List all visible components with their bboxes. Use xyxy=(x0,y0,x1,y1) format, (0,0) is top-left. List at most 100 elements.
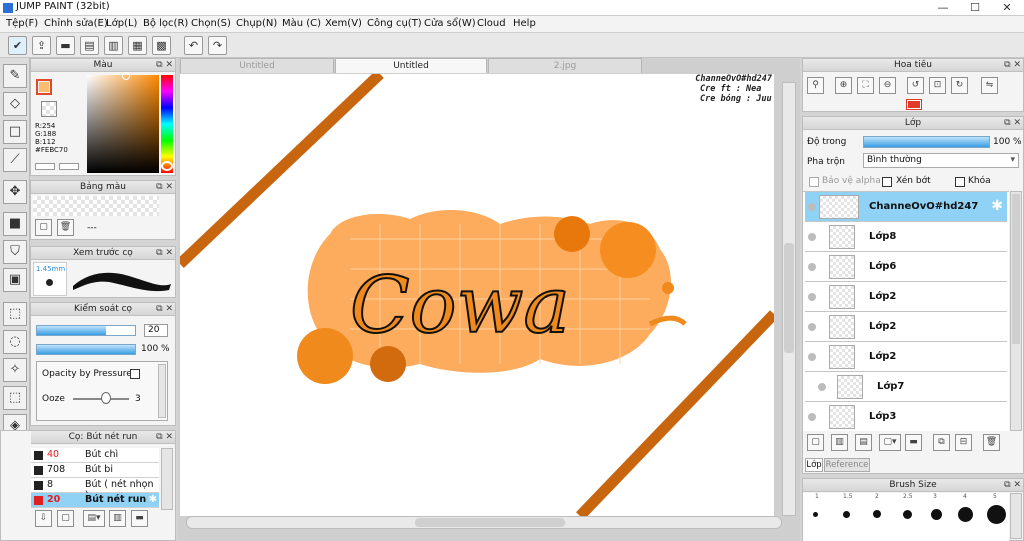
brush-size-slider[interactable] xyxy=(36,325,136,336)
zoom-search-icon[interactable]: ⚲ xyxy=(807,77,824,94)
brush-size-dot[interactable] xyxy=(931,509,942,520)
panel-close-icon[interactable]: ⧉ ✕ xyxy=(156,247,173,259)
brush-size-input[interactable]: 20 xyxy=(144,324,168,337)
magic-wand-tool-icon[interactable]: ✧ xyxy=(3,358,27,382)
eye-icon[interactable] xyxy=(808,413,816,421)
select-pen-tool-icon[interactable]: ⬚ xyxy=(3,386,27,410)
drawing-canvas[interactable]: Cowa ChanneOvO#hd247 Cre ft : Nea Cre bó… xyxy=(180,74,774,516)
menu-cloud[interactable]: Cloud xyxy=(477,18,506,29)
close-window-button[interactable]: ✕ xyxy=(992,0,1022,16)
foreground-color-swatch[interactable] xyxy=(36,79,52,95)
protect-alpha-checkbox[interactable] xyxy=(809,177,819,187)
layer-row[interactable]: Lớp2 xyxy=(805,312,1007,342)
brush-opacity-slider[interactable] xyxy=(36,344,136,355)
lasso-tool-icon[interactable]: ◌ xyxy=(3,330,27,354)
brush-list-scrollbar[interactable] xyxy=(161,448,173,510)
rotate-left-icon[interactable]: ↺ xyxy=(907,77,924,94)
panel-close-icon[interactable]: ⧉ ✕ xyxy=(1004,479,1021,491)
gradient-tool-icon[interactable]: ▣ xyxy=(3,268,27,292)
brush-copy-icon[interactable]: ▥ xyxy=(109,510,126,527)
menu-color[interactable]: Màu (C) xyxy=(282,18,321,29)
undo-icon[interactable]: ↶ xyxy=(184,36,203,55)
saturation-value-picker[interactable] xyxy=(87,75,159,173)
panel-close-icon[interactable]: ⧉ ✕ xyxy=(1004,59,1021,71)
layer-scroll-thumb[interactable] xyxy=(1012,194,1020,344)
menu-layer[interactable]: Lớp(L) xyxy=(106,18,137,29)
hue-slider[interactable] xyxy=(161,75,173,173)
marquee-tool-icon[interactable]: ⬚ xyxy=(3,302,27,326)
duplicate-layer-icon[interactable]: ⧉ xyxy=(933,434,950,451)
bucket-tool-icon[interactable]: ⛉ xyxy=(3,240,27,264)
canvas-vertical-scrollbar[interactable] xyxy=(782,82,796,516)
hue-slider-handle[interactable] xyxy=(161,161,173,171)
comment-icon[interactable]: ▬ xyxy=(56,36,75,55)
share-icon[interactable]: ⇪ xyxy=(32,36,51,55)
opacity-by-pressure-checkbox[interactable] xyxy=(130,369,140,379)
gear-icon[interactable]: ✱ xyxy=(991,198,1003,214)
eye-icon[interactable] xyxy=(808,293,816,301)
menu-edit[interactable]: Chỉnh sửa(E) xyxy=(44,18,108,29)
reset-view-icon[interactable]: ⊡ xyxy=(929,77,946,94)
new-layer-icon[interactable]: ▢ xyxy=(807,434,824,451)
eraser-tool-icon[interactable]: ◇ xyxy=(3,92,27,116)
color-swap-button[interactable] xyxy=(59,163,79,170)
panel-close-icon[interactable]: ⧉ ✕ xyxy=(1004,117,1021,129)
gear-icon[interactable]: ✱ xyxy=(149,494,157,505)
menu-tools[interactable]: Công cụ(T) xyxy=(367,18,422,29)
layer-folder-icon[interactable]: ▬ xyxy=(905,434,922,451)
brush-size-dot[interactable] xyxy=(843,511,850,518)
delete-swatch-icon[interactable]: 🗑 xyxy=(57,219,74,236)
grid-icon[interactable]: ▩ xyxy=(152,36,171,55)
tab-2jpg[interactable]: 2.jpg xyxy=(488,58,642,73)
zoom-out-icon[interactable]: ⊖ xyxy=(879,77,896,94)
fit-screen-icon[interactable]: ⛶ xyxy=(857,77,874,94)
brush-size-dot[interactable] xyxy=(958,507,973,522)
new-layer-options-icon[interactable]: ▢▾ xyxy=(879,434,901,451)
select-rect-tool-icon[interactable]: □ xyxy=(3,120,27,144)
brush-size-scrollbar[interactable] xyxy=(1010,493,1022,539)
canvas-horizontal-scrollbar[interactable] xyxy=(186,516,782,529)
clipping-checkbox[interactable] xyxy=(882,177,892,187)
cloud-check-icon[interactable]: ✔ xyxy=(8,36,27,55)
brush-item[interactable]: 40 Bút chì xyxy=(31,448,159,463)
page-icon[interactable]: ▥ xyxy=(104,36,123,55)
brush-folder-icon[interactable]: ▬ xyxy=(131,510,148,527)
rotate-right-icon[interactable]: ↻ xyxy=(951,77,968,94)
new-brush-icon[interactable]: ▢ xyxy=(57,510,74,527)
flip-icon[interactable]: ⇋ xyxy=(981,77,998,94)
eye-icon[interactable] xyxy=(808,233,816,241)
swatch-area[interactable] xyxy=(33,196,159,216)
vertical-scroll-thumb[interactable] xyxy=(784,243,794,353)
eye-icon[interactable] xyxy=(818,383,826,391)
tab-reference[interactable]: Reference xyxy=(824,458,870,472)
maximize-button[interactable]: ☐ xyxy=(960,0,990,16)
menu-select[interactable]: Chọn(S) xyxy=(191,18,231,29)
line-tool-icon[interactable]: ⟋ xyxy=(3,148,27,172)
new-raster-layer-icon[interactable]: ▥ xyxy=(831,434,848,451)
tab-layer[interactable]: Lớp xyxy=(805,458,823,472)
brush-item[interactable]: 708 Bút bi xyxy=(31,463,159,478)
delete-layer-icon[interactable]: 🗑 xyxy=(983,434,1000,451)
document-icon[interactable]: ▦ xyxy=(128,36,147,55)
eye-icon[interactable] xyxy=(808,353,816,361)
eye-icon[interactable] xyxy=(808,323,816,331)
panel-close-icon[interactable]: ⧉ ✕ xyxy=(156,431,173,443)
panel-close-icon[interactable]: ⧉ ✕ xyxy=(156,59,173,71)
eye-icon[interactable] xyxy=(808,263,816,271)
color-picker-cursor[interactable] xyxy=(122,72,130,80)
fill-rect-tool-icon[interactable]: ■ xyxy=(3,212,27,236)
brush-download-icon[interactable]: ⇩ xyxy=(35,510,52,527)
brush-size-dot[interactable] xyxy=(987,505,1006,524)
eye-icon[interactable] xyxy=(808,203,816,211)
new-swatch-icon[interactable]: ▢ xyxy=(35,219,52,236)
brush-item[interactable]: 8 Bút ( nét nhọn ) xyxy=(31,478,159,501)
layer-list-scrollbar[interactable] xyxy=(1010,191,1022,431)
merge-layer-icon[interactable]: ⊟ xyxy=(955,434,972,451)
layer-row[interactable]: Lớp2 xyxy=(805,342,1007,372)
message-icon[interactable]: ▤ xyxy=(80,36,99,55)
new-layer-8bit-icon[interactable]: ▤ xyxy=(855,434,872,451)
horizontal-scroll-thumb[interactable] xyxy=(415,518,565,527)
menu-filter[interactable]: Bộ lọc(R) xyxy=(143,18,188,29)
panel-close-icon[interactable]: ⧉ ✕ xyxy=(156,181,173,193)
layer-row[interactable]: Lớp6 xyxy=(805,252,1007,282)
